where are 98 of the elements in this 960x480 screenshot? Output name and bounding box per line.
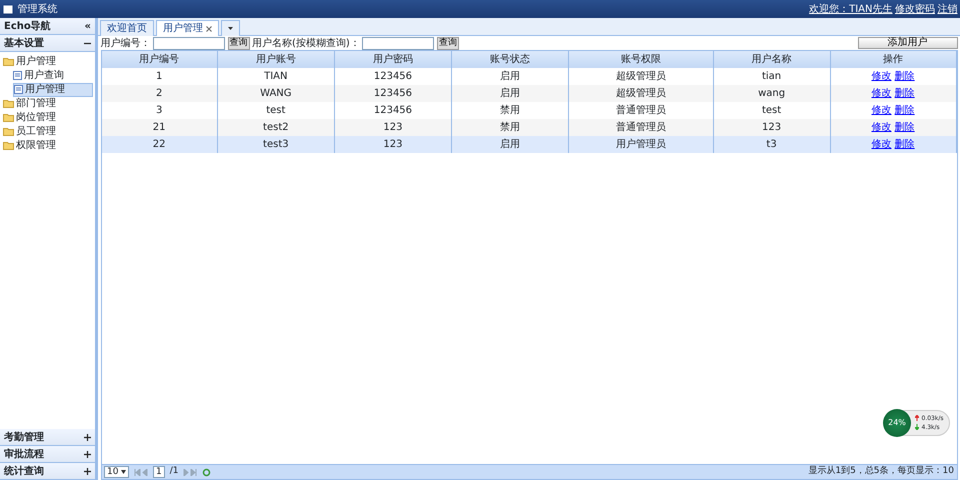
caret-icon: [120, 470, 126, 474]
action-link[interactable]: 删除: [894, 139, 915, 150]
page-count: /1: [170, 465, 178, 478]
sidebar-title: Echo导航: [4, 19, 51, 34]
action-link[interactable]: 删除: [894, 122, 915, 133]
column-header: 用户账号: [217, 51, 334, 68]
page-size-select[interactable]: 10: [104, 466, 129, 478]
up-arrow-icon: [915, 415, 919, 422]
search-button[interactable]: 查询: [228, 36, 250, 50]
plus-icon[interactable]: [84, 468, 91, 474]
page-icon: [14, 85, 22, 94]
folder-icon: [2, 141, 14, 150]
action-link[interactable]: 修改: [871, 88, 892, 99]
table-cell: 启用: [452, 85, 569, 102]
table-cell: wang: [713, 85, 830, 102]
action-link[interactable]: 删除: [894, 105, 915, 116]
column-header: 用户密码: [334, 51, 452, 68]
tree-node[interactable]: 员工管理: [2, 124, 92, 138]
table-cell: WANG: [217, 85, 334, 102]
action-link[interactable]: 修改: [871, 139, 892, 150]
filter-label: 用户名称(按模糊查询)：: [252, 36, 360, 50]
plus-icon[interactable]: [84, 434, 91, 440]
table-cell: 禁用: [452, 119, 569, 136]
tree-label: 用户管理: [16, 54, 56, 69]
table-cell: 123: [334, 136, 452, 153]
tree-node[interactable]: 部门管理: [2, 96, 92, 110]
folder-icon: [2, 57, 14, 66]
page-icon: [12, 71, 22, 80]
panel-title: 基本设置: [4, 36, 44, 50]
input-field[interactable]: [362, 36, 434, 50]
accordion-header[interactable]: 审批流程: [0, 446, 95, 463]
table-cell: 用户管理员: [568, 136, 713, 153]
table-cell: 123456: [334, 85, 452, 102]
table-cell: 超级管理员: [568, 85, 713, 102]
action-link[interactable]: 修改: [871, 71, 892, 82]
action-link[interactable]: 修改: [871, 105, 892, 116]
column-header: 账号权限: [568, 51, 713, 68]
action-link[interactable]: 修改: [871, 122, 892, 133]
action-link[interactable]: 删除: [894, 71, 915, 82]
add-user-button[interactable]: 添加用户: [858, 37, 958, 49]
column-header: 账号状态: [452, 51, 569, 68]
tree-label: 岗位管理: [16, 110, 56, 125]
action-link[interactable]: 删除: [894, 88, 915, 99]
tree-item[interactable]: 用户查询: [12, 68, 92, 82]
tab-menu-button[interactable]: [220, 20, 240, 36]
column-header: 操作: [830, 51, 956, 68]
column-header: 用户名称: [713, 51, 830, 68]
table-cell: 123: [713, 119, 830, 136]
panel-title: 统计查询: [4, 464, 44, 478]
tree-item[interactable]: 用户管理: [12, 82, 92, 96]
table-cell: test2: [217, 119, 334, 136]
accordion-header[interactable]: 统计查询: [0, 463, 95, 480]
pager-info: 显示从1到5，总5条，每页显示：10: [808, 465, 954, 478]
header-link[interactable]: 修改密码: [895, 2, 935, 16]
table-cell: 2: [102, 85, 218, 102]
tree-label: 权限管理: [16, 138, 56, 153]
table-row[interactable]: 2 WANG 123456 启用 超级管理员 wang 修改 删除: [102, 85, 956, 102]
plus-icon[interactable]: [84, 450, 91, 458]
table-cell: test3: [217, 136, 334, 153]
table-cell: 启用: [452, 136, 569, 153]
tree-node[interactable]: 岗位管理: [2, 110, 92, 124]
table-cell: 普通管理员: [568, 119, 713, 136]
window-icon: [2, 4, 12, 14]
tree-label: 用户查询: [24, 68, 64, 83]
refresh-icon[interactable]: [202, 468, 212, 476]
header-link[interactable]: 欢迎您：TIAN先生: [809, 2, 892, 16]
search-button[interactable]: 查询: [436, 36, 459, 50]
folder-icon: [2, 99, 14, 108]
header-link[interactable]: 注销: [938, 2, 958, 16]
table-cell: 21: [102, 119, 218, 136]
table-cell: t3: [713, 136, 830, 153]
tree-label: 员工管理: [16, 125, 56, 139]
input-field[interactable]: [153, 36, 225, 50]
close-icon[interactable]: [206, 26, 212, 32]
panel-title: 考勤管理: [4, 430, 44, 444]
table-row[interactable]: 22 test3 123 启用 用户管理员 t3 修改 删除: [102, 136, 956, 153]
column-header: 用户编号: [102, 51, 218, 68]
panel-title: 审批流程: [4, 447, 44, 462]
tree-label: 用户管理: [25, 82, 65, 97]
cpu-percent: 24%: [883, 409, 911, 437]
folder-icon: [2, 127, 14, 136]
tree-node[interactable]: 权限管理: [2, 138, 92, 152]
tab[interactable]: 欢迎首页: [100, 20, 154, 36]
collapse-button[interactable]: «: [84, 18, 91, 34]
down-arrow-icon: [915, 424, 919, 430]
table-cell: 123: [334, 119, 452, 136]
caret-icon: [228, 26, 232, 31]
table-row[interactable]: 21 test2 123 禁用 普通管理员 123 修改 删除: [102, 119, 956, 136]
accordion-header[interactable]: 基本设置: [0, 35, 95, 52]
tree-node[interactable]: 用户管理: [2, 54, 92, 68]
filter-label: 用户编号：: [100, 36, 150, 50]
table-cell: 22: [102, 136, 218, 153]
folder-icon: [2, 113, 14, 122]
accordion-header[interactable]: 考勤管理: [0, 429, 95, 446]
page-input[interactable]: 1: [152, 466, 165, 478]
app-title: 管理系统: [18, 2, 58, 16]
tree-label: 部门管理: [16, 96, 56, 111]
tab[interactable]: 用户管理: [156, 20, 218, 36]
